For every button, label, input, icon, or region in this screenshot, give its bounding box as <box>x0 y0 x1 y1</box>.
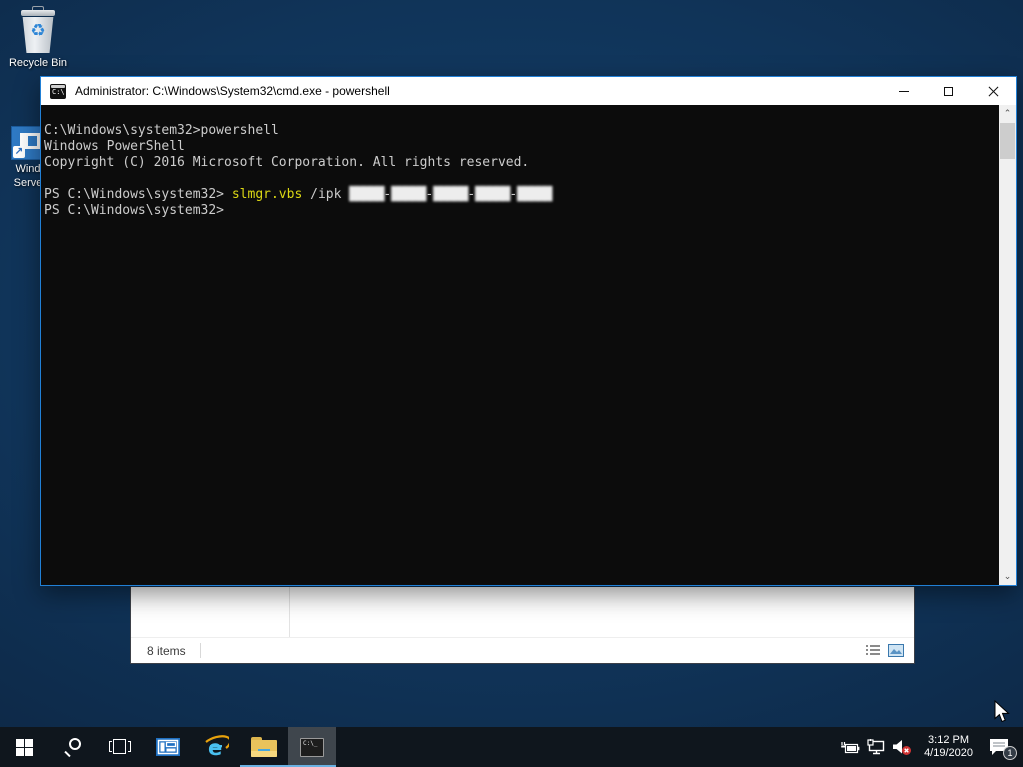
search-button[interactable] <box>48 727 96 767</box>
minimize-button[interactable] <box>881 77 926 105</box>
explorer-pane-divider <box>289 587 290 638</box>
details-view-icon[interactable] <box>866 644 881 657</box>
redacted-product-key: █████ <box>349 187 383 202</box>
mouse-cursor <box>994 700 1011 724</box>
scrollbar-down-icon[interactable]: ⌄ <box>999 568 1016 585</box>
file-explorer-button[interactable] <box>240 727 288 767</box>
svg-text:e: e <box>208 736 222 760</box>
clock-time: 3:12 PM <box>924 734 973 747</box>
recycle-bin-lid <box>21 10 55 16</box>
battery-tray-item[interactable] <box>840 737 860 757</box>
cmd-window-icon <box>50 84 66 99</box>
network-tray-item[interactable] <box>866 737 886 757</box>
redacted-product-key: █████ <box>475 187 509 202</box>
terminal-text: C:\Windows\system32>powershell <box>44 123 279 138</box>
terminal-title-bar[interactable]: Administrator: C:\Windows\System32\cmd.e… <box>41 77 1016 105</box>
network-icon <box>867 739 886 755</box>
explorer-view-toggles <box>866 644 904 657</box>
terminal-body[interactable]: C:\Windows\system32>powershellWindows Po… <box>41 105 1016 585</box>
task-view-icon <box>109 739 131 755</box>
terminal-text: PS C:\Windows\system32> <box>44 203 224 218</box>
command-prompt-button[interactable] <box>288 727 336 767</box>
command-prompt-icon <box>300 738 324 757</box>
terminal-text: Windows PowerShell <box>44 139 185 154</box>
redacted-product-key: █████ <box>391 187 425 202</box>
minimize-icon <box>899 91 909 92</box>
system-tray: 3:12 PM 4/19/2020 1 <box>840 727 1023 767</box>
terminal-text: - <box>467 187 475 202</box>
terminal-window[interactable]: Administrator: C:\Windows\System32\cmd.e… <box>40 76 1017 586</box>
internet-explorer-icon: e <box>203 734 229 760</box>
server-manager-icon <box>156 738 180 756</box>
file-explorer-icon <box>251 737 277 757</box>
explorer-status-separator <box>200 643 201 658</box>
action-center-button[interactable]: 1 <box>985 737 1013 757</box>
terminal-line: Copyright (C) 2016 Microsoft Corporation… <box>44 155 996 171</box>
thumbnails-view-icon[interactable] <box>888 644 904 657</box>
window-controls <box>881 77 1016 105</box>
task-view-button[interactable] <box>96 727 144 767</box>
search-icon <box>63 738 81 756</box>
taskbar-clock[interactable]: 3:12 PM 4/19/2020 <box>918 734 979 760</box>
scrollbar-up-icon[interactable]: ⌃ <box>999 105 1016 122</box>
redacted-product-key: █████ <box>517 187 551 202</box>
start-button[interactable] <box>0 727 48 767</box>
maximize-icon <box>944 87 953 96</box>
terminal-line: PS C:\Windows\system32> <box>44 203 996 219</box>
start-icon <box>16 739 33 756</box>
volume-tray-item[interactable] <box>892 737 912 757</box>
close-icon <box>988 86 999 97</box>
terminal-text: /ipk <box>302 187 349 202</box>
terminal-text: Copyright (C) 2016 Microsoft Corporation… <box>44 155 529 170</box>
terminal-line <box>44 171 996 187</box>
terminal-text: PS C:\Windows\system32> <box>44 187 232 202</box>
scrollbar-thumb[interactable] <box>1000 123 1015 159</box>
terminal-text: slmgr.vbs <box>232 187 302 202</box>
taskbar-buttons: e <box>0 727 336 767</box>
maximize-button[interactable] <box>926 77 971 105</box>
clock-date: 4/19/2020 <box>924 747 973 760</box>
recycle-symbol-icon: ♻ <box>16 22 60 39</box>
explorer-status-bar: 8 items <box>131 637 914 663</box>
volume-muted-icon <box>892 739 912 756</box>
terminal-line: C:\Windows\system32>powershell <box>44 123 996 139</box>
redacted-product-key: █████ <box>433 187 467 202</box>
terminal-title: Administrator: C:\Windows\System32\cmd.e… <box>75 84 390 98</box>
file-explorer-window[interactable]: 8 items <box>130 587 915 664</box>
recycle-bin-icon: ♻ <box>16 6 60 54</box>
terminal-text: - <box>509 187 517 202</box>
terminal-line: Windows PowerShell <box>44 139 996 155</box>
desktop-icon-recycle-bin[interactable]: ♻ Recycle Bin <box>6 6 70 70</box>
terminal-line: PS C:\Windows\system32> slmgr.vbs /ipk █… <box>44 187 996 203</box>
taskbar: e <box>0 727 1023 767</box>
battery-icon <box>840 740 860 754</box>
server-manager-button[interactable] <box>144 727 192 767</box>
notification-badge: 1 <box>1003 746 1017 760</box>
terminal-lines: C:\Windows\system32>powershellWindows Po… <box>41 105 1016 219</box>
internet-explorer-button[interactable]: e <box>192 727 240 767</box>
recycle-bin-label: Recycle Bin <box>6 56 70 70</box>
shortcut-arrow-icon: ↗ <box>13 146 25 158</box>
close-button[interactable] <box>971 77 1016 105</box>
explorer-item-count: 8 items <box>147 644 186 658</box>
terminal-scrollbar[interactable]: ⌃ ⌄ <box>999 105 1016 585</box>
